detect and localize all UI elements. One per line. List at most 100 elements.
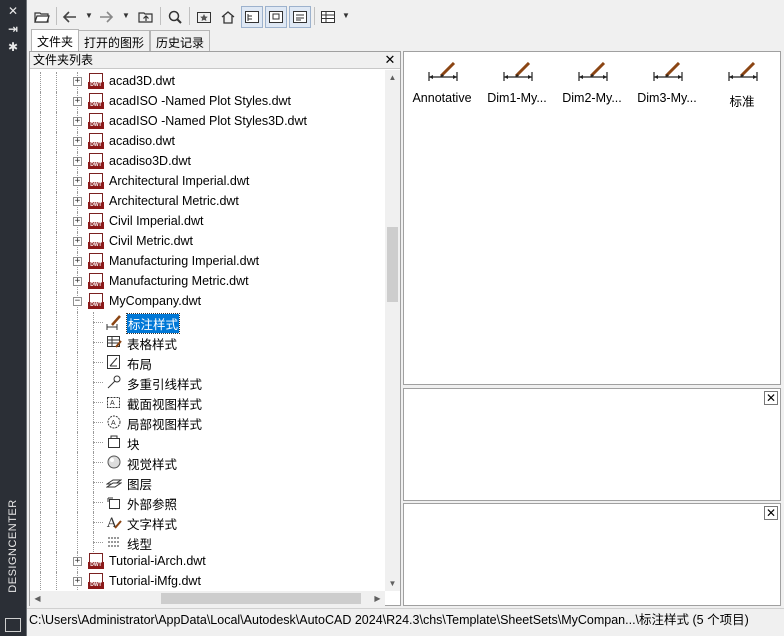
expand-toggle-icon[interactable]: + [73,257,82,266]
tree-item-label[interactable]: 视觉样式 [127,454,177,473]
tree-item-file[interactable]: + DWT Manufacturing Imperial.dwt [30,252,383,272]
content-area[interactable]: Annotative Dim1-My... Dim2-My... Dim3-My...… [403,51,781,385]
forward-dropdown-icon[interactable]: ▼ [122,11,130,20]
expand-toggle-icon[interactable]: + [73,557,82,566]
tree-item-file[interactable]: − DWT MyCompany.dwt [30,292,383,312]
tree-item-label[interactable]: Manufacturing Imperial.dwt [109,254,259,268]
tree-item-file[interactable]: + DWT acad3D.dwt [30,72,383,92]
tree-item-file[interactable]: + DWT Manufacturing Metric.dwt [30,272,383,292]
favorites-icon[interactable] [193,6,215,28]
search-icon[interactable] [164,6,186,28]
content-item[interactable]: Dim1-My... [482,58,552,106]
preview-icon[interactable] [265,6,287,28]
folder-tree[interactable]: + DWT acad3D.dwt + DWT acadISO -Named Plot St… [30,70,383,591]
content-item[interactable]: Dim3-My... [632,58,702,106]
tree-item-child[interactable]: 标注样式 [30,312,383,334]
tree-item-child[interactable]: 表格样式 [30,332,383,352]
tab-history[interactable]: 历史记录 [150,30,211,51]
expand-toggle-icon[interactable]: + [73,197,82,206]
tree-item-label[interactable]: 截面视图样式 [127,394,202,413]
tree-item-label[interactable]: Civil Metric.dwt [109,234,193,248]
tree-item-label[interactable]: 块 [127,434,140,453]
tree-item-label[interactable]: acadiso.dwt [109,134,175,148]
scroll-down-icon[interactable]: ▼ [385,576,400,591]
vertical-scrollbar[interactable]: ▲ ▼ [385,70,400,591]
expand-toggle-icon[interactable]: + [73,117,82,126]
tree-item-file[interactable]: + DWT Architectural Metric.dwt [30,192,383,212]
close-icon[interactable]: ✕ [383,53,397,67]
tree-item-child[interactable]: 图层 [30,472,383,492]
views-icon[interactable] [317,6,339,28]
tree-item-label[interactable]: 多重引线样式 [127,374,202,393]
expand-toggle-icon[interactable]: + [73,237,82,246]
tree-item-label[interactable]: MyCompany.dwt [109,294,201,308]
scroll-up-icon[interactable]: ▲ [385,70,400,85]
scroll-left-icon[interactable]: ◀ [30,591,45,606]
tree-item-label[interactable]: 标注样式 [125,313,181,334]
expand-toggle-icon[interactable]: + [73,157,82,166]
tree-item-child[interactable]: 多重引线样式 [30,372,383,392]
tree-item-label[interactable]: Manufacturing Metric.dwt [109,274,249,288]
tree-item-label[interactable]: Tutorial-iMfg.dwt [109,574,201,588]
description-icon[interactable] [289,6,311,28]
tree-item-label[interactable]: 局部视图样式 [127,414,202,433]
content-item[interactable]: 标准 [707,58,777,109]
tree-item-child[interactable]: 块 [30,432,383,452]
tree-item-label[interactable]: 图层 [127,474,152,493]
tree-item-child[interactable]: 线型 [30,532,383,552]
tree-item-child[interactable]: A 截面视图样式 [30,392,383,412]
expand-toggle-icon[interactable]: + [73,577,82,586]
content-item[interactable]: Dim2-My... [557,58,627,106]
scroll-thumb[interactable] [387,227,398,302]
home-icon[interactable] [217,6,239,28]
tree-item-label[interactable]: acadiso3D.dwt [109,154,191,168]
collapse-toggle-icon[interactable]: − [73,297,82,306]
tree-toggle-icon[interactable] [241,6,263,28]
close-preview-icon[interactable]: ✕ [764,391,778,405]
tree-item-child[interactable]: A 局部视图样式 [30,412,383,432]
up-icon[interactable] [135,6,157,28]
tree-item-label[interactable]: 文字样式 [127,514,177,533]
back-dropdown-icon[interactable]: ▼ [85,11,93,20]
expand-toggle-icon[interactable]: + [73,277,82,286]
tree-item-file[interactable]: + DWT acadISO -Named Plot Styles3D.dwt [30,112,383,132]
tree-item-label[interactable]: acad3D.dwt [109,74,175,88]
tree-item-file[interactable]: + DWT acadiso3D.dwt [30,152,383,172]
tree-item-label[interactable]: acadISO -Named Plot Styles3D.dwt [109,114,307,128]
hscroll-thumb[interactable] [161,593,361,604]
tree-item-child[interactable]: 布局 [30,352,383,372]
close-description-icon[interactable]: ✕ [764,506,778,520]
tree-item-file[interactable]: + DWT Architectural Imperial.dwt [30,172,383,192]
tree-item-child[interactable]: A 文字样式 [30,512,383,532]
tree-item-label[interactable]: Tutorial-iArch.dwt [109,554,206,568]
tree-item-label[interactable]: Architectural Imperial.dwt [109,174,249,188]
expand-toggle-icon[interactable]: + [73,137,82,146]
load-icon[interactable] [31,6,53,28]
tree-item-label[interactable]: 外部参照 [127,494,177,513]
tree-item-child[interactable]: 视觉样式 [30,452,383,472]
close-icon[interactable]: ✕ [5,4,21,18]
tree-item-label[interactable]: 布局 [127,354,152,373]
views-dropdown-icon[interactable]: ▼ [342,11,350,20]
autohide-icon[interactable]: ⇥ [5,22,21,36]
tree-item-label[interactable]: acadISO -Named Plot Styles.dwt [109,94,291,108]
tree-item-file[interactable]: + DWT Civil Imperial.dwt [30,212,383,232]
tree-item-file[interactable]: + DWT Tutorial-iMfg.dwt [30,572,383,591]
properties-icon[interactable]: ✱ [5,40,21,54]
tab-folders[interactable]: 文件夹 [31,29,80,51]
expand-toggle-icon[interactable]: + [73,77,82,86]
tree-item-file[interactable]: + DWT acadiso.dwt [30,132,383,152]
tree-item-label[interactable]: 线型 [127,534,152,553]
scroll-right-icon[interactable]: ▶ [370,591,385,606]
expand-toggle-icon[interactable]: + [73,177,82,186]
back-icon[interactable] [59,6,81,28]
tree-item-label[interactable]: Civil Imperial.dwt [109,214,203,228]
tree-item-label[interactable]: 表格样式 [127,334,177,353]
palette-grid-icon[interactable] [5,618,21,632]
expand-toggle-icon[interactable]: + [73,217,82,226]
tree-item-label[interactable]: Architectural Metric.dwt [109,194,239,208]
tree-item-file[interactable]: + DWT Civil Metric.dwt [30,232,383,252]
content-item[interactable]: Annotative [407,58,477,106]
horizontal-scrollbar[interactable]: ◀ ▶ [30,591,385,606]
tree-item-file[interactable]: + DWT Tutorial-iArch.dwt [30,552,383,572]
